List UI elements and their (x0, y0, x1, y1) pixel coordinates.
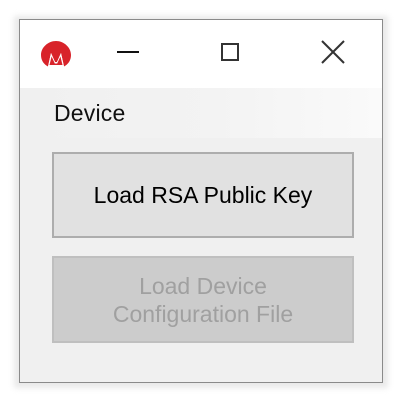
menu-device[interactable]: Device (54, 100, 126, 127)
maximize-icon (221, 43, 239, 61)
load-device-configuration-file-button: Load Device Configuration File (52, 256, 354, 343)
title-bar[interactable] (20, 20, 382, 88)
load-rsa-public-key-button[interactable]: Load RSA Public Key (52, 152, 354, 238)
minimize-icon (117, 51, 139, 53)
load-config-label-line1: Load Device (139, 272, 267, 299)
close-icon (321, 40, 345, 64)
maximize-button[interactable] (200, 32, 260, 72)
close-button[interactable] (303, 32, 363, 72)
load-config-label-line2: Configuration File (112, 300, 294, 327)
microchip-logo-icon (41, 41, 71, 67)
load-device-configuration-file-label: Load Device Configuration File (113, 272, 293, 328)
load-rsa-public-key-label: Load RSA Public Key (93, 182, 313, 208)
app-window: Device Load RSA Public Key Load Device C… (19, 19, 383, 383)
menu-bar: Device (20, 88, 382, 138)
minimize-button[interactable] (98, 32, 158, 72)
